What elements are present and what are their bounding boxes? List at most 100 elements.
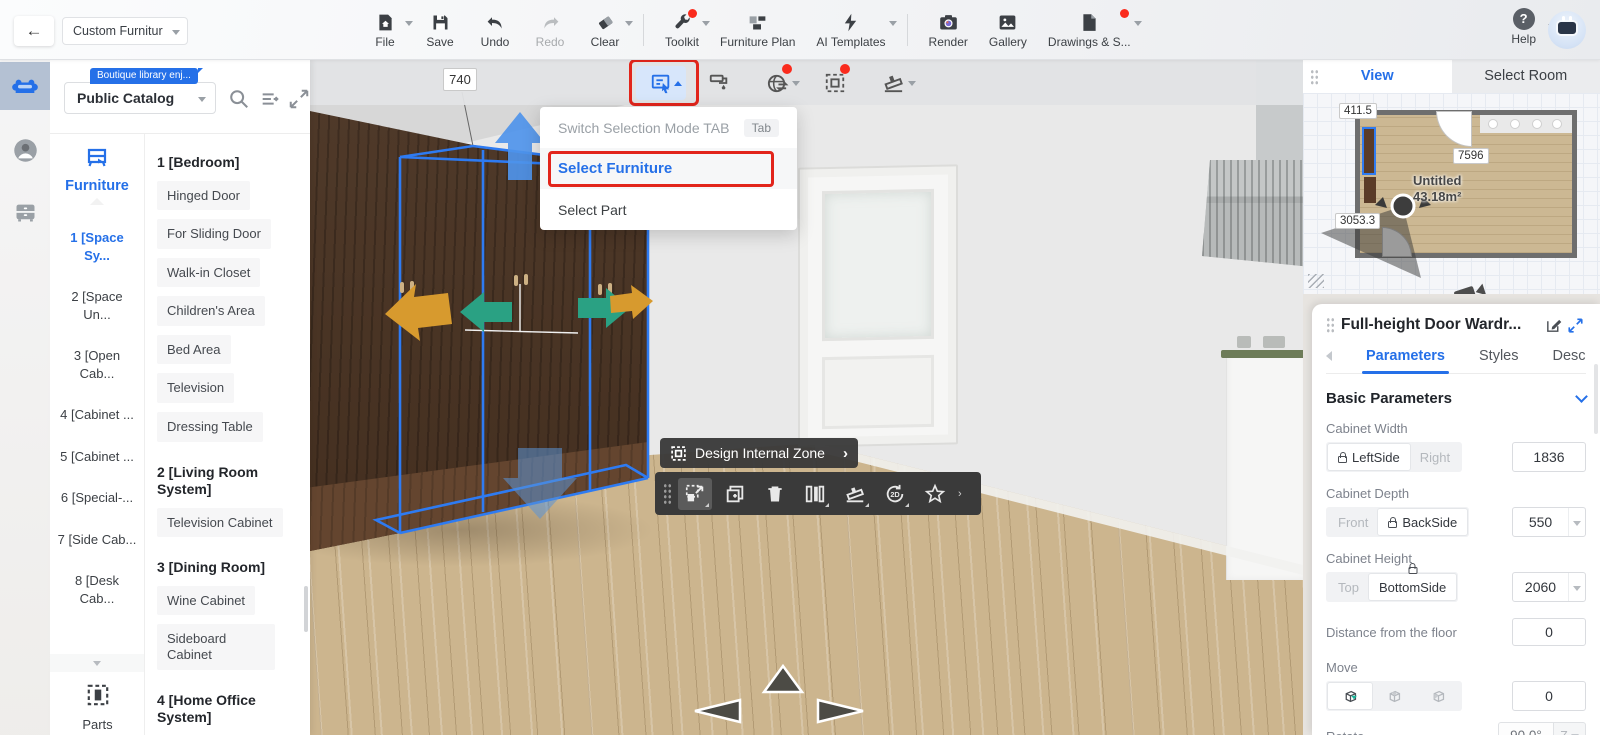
- minimap-drag-handle[interactable]: [1310, 69, 1319, 85]
- measure-tool-button[interactable]: [868, 66, 918, 100]
- move-arrow-blue-up[interactable]: [495, 112, 545, 180]
- properties-scrollbar[interactable]: [1594, 364, 1598, 434]
- file-button[interactable]: File: [368, 12, 413, 49]
- catalog-item[interactable]: Wine Cabinet: [157, 585, 256, 616]
- category-item[interactable]: 5 [Cabinet ...: [50, 448, 144, 466]
- expand-panel-icon[interactable]: [288, 88, 310, 110]
- back-button[interactable]: ←: [14, 16, 54, 46]
- cabinet-width-input[interactable]: [1512, 442, 1586, 472]
- menu-item-select-furniture[interactable]: Select Furniture: [540, 148, 797, 189]
- tab-parameters[interactable]: Parameters: [1362, 348, 1449, 374]
- move-axis-z[interactable]: [1416, 683, 1460, 709]
- help-button[interactable]: ? Help: [1511, 8, 1536, 46]
- tab-furniture[interactable]: Furniture: [50, 134, 144, 205]
- rotate-2d-button[interactable]: 2D: [878, 478, 912, 510]
- catalog-item[interactable]: Sideboard Cabinet: [157, 624, 275, 670]
- scale-button[interactable]: [678, 477, 712, 510]
- redo-button[interactable]: Redo: [533, 12, 567, 49]
- category-item[interactable]: 4 [Cabinet ...: [50, 406, 144, 424]
- select-caret[interactable]: [1568, 508, 1585, 536]
- selection-mode-button[interactable]: [636, 66, 686, 100]
- category-item[interactable]: 7 [Side Cab...: [50, 531, 144, 549]
- furniture-library-tab[interactable]: [0, 62, 50, 110]
- move-axis-y[interactable]: [1372, 683, 1416, 709]
- tab-select-room[interactable]: Select Room: [1452, 60, 1600, 93]
- tab-styles[interactable]: Styles: [1479, 348, 1519, 364]
- my-models-tab[interactable]: [0, 188, 50, 236]
- properties-drag-handle[interactable]: [1326, 317, 1335, 333]
- drawings-button[interactable]: Drawings & S...: [1048, 8, 1142, 49]
- option-backside[interactable]: BackSide: [1378, 509, 1468, 535]
- paint-material-button[interactable]: [694, 66, 744, 100]
- save-icon: [433, 15, 447, 29]
- move-arrow-green-left[interactable]: [460, 292, 512, 332]
- category-item[interactable]: 6 [Special-...: [50, 489, 144, 507]
- category-scroll-down[interactable]: [50, 654, 144, 672]
- category-item[interactable]: 8 [Desk Cab...: [50, 572, 144, 607]
- category-item[interactable]: 2 [Space Un...: [50, 288, 144, 323]
- category-item[interactable]: 1 [Space Sy...: [50, 229, 144, 264]
- clear-button[interactable]: Clear: [588, 12, 633, 49]
- level-button[interactable]: [838, 478, 872, 510]
- tab-parts[interactable]: Parts: [50, 682, 145, 732]
- catalog-item[interactable]: Dressing Table: [157, 412, 263, 442]
- option-front[interactable]: Front: [1328, 509, 1378, 535]
- minimap-floorplan[interactable]: 411.5 7596 3053.3 Untitled 43.18m²: [1303, 93, 1600, 294]
- catalog-item[interactable]: Television Cabinet: [157, 507, 283, 538]
- catalog-selector[interactable]: Public Catalog: [64, 82, 216, 114]
- gallery-button[interactable]: Gallery: [989, 12, 1027, 49]
- cabinet-width-row: LeftSide Right: [1326, 442, 1586, 472]
- rotate-axis-select[interactable]: Z: [1554, 722, 1586, 735]
- ai-templates-button[interactable]: AI Templates: [816, 12, 897, 49]
- tab-view[interactable]: View: [1303, 60, 1452, 93]
- toolbar-drag-handle[interactable]: [663, 482, 672, 505]
- favorite-button[interactable]: [918, 478, 952, 510]
- replace-model-button[interactable]: [752, 64, 802, 100]
- assistant-avatar[interactable]: [1548, 11, 1586, 49]
- furniture-plan-button[interactable]: Furniture Plan: [720, 12, 795, 49]
- catalog-item[interactable]: Hinged Door: [157, 180, 250, 211]
- tab-desc[interactable]: Desc: [1553, 348, 1586, 364]
- catalog-item[interactable]: Bed Area: [157, 334, 231, 365]
- cabinet-depth-select[interactable]: 550: [1512, 507, 1586, 537]
- project-selector[interactable]: Custom Furnitur: [62, 17, 188, 45]
- search-icon[interactable]: [228, 88, 250, 110]
- cabinet-height-select[interactable]: 2060: [1512, 572, 1586, 602]
- partition-button[interactable]: [798, 478, 832, 510]
- toolbar-expand-button[interactable]: ›: [958, 472, 970, 515]
- rotate-value[interactable]: 90.0°: [1498, 722, 1554, 735]
- move-input[interactable]: [1512, 681, 1586, 711]
- duplicate-button[interactable]: [718, 478, 752, 510]
- catalog-item[interactable]: Television: [157, 373, 235, 404]
- filter-list-icon[interactable]: [259, 88, 281, 110]
- option-leftside[interactable]: LeftSide: [1328, 444, 1410, 470]
- menu-item-select-part[interactable]: Select Part: [540, 189, 797, 230]
- minimap-resize-handle[interactable]: [1308, 274, 1324, 288]
- undo-button[interactable]: Undo: [478, 12, 512, 49]
- expand-panel-icon[interactable]: [1568, 317, 1583, 333]
- tabs-scroll-left[interactable]: [1326, 351, 1332, 361]
- catalog-item[interactable]: For Sliding Door: [157, 219, 271, 249]
- scale-icon: [685, 484, 704, 501]
- distance-input[interactable]: [1512, 618, 1586, 646]
- catalog-item[interactable]: Children's Area: [157, 296, 265, 326]
- move-arrow-orange-left[interactable]: [385, 284, 452, 341]
- select-caret[interactable]: [1568, 573, 1585, 601]
- design-internal-zone-button[interactable]: Design Internal Zone ›: [660, 438, 858, 468]
- option-right[interactable]: Right: [1410, 444, 1460, 470]
- option-top[interactable]: Top: [1328, 574, 1369, 600]
- delete-button[interactable]: [758, 478, 792, 510]
- zone-select-button[interactable]: [810, 64, 860, 100]
- option-bottomside[interactable]: BottomSide: [1368, 563, 1457, 600]
- save-button[interactable]: Save: [423, 12, 457, 49]
- my-account-tab[interactable]: [0, 126, 50, 174]
- toolkit-button[interactable]: Toolkit: [665, 8, 711, 49]
- render-button[interactable]: Render: [929, 12, 968, 49]
- move-axis-x[interactable]: [1328, 683, 1372, 709]
- category-item[interactable]: 3 [Open Cab...: [50, 347, 144, 382]
- catalog-item[interactable]: Walk-in Closet: [157, 257, 261, 288]
- collapse-section-icon[interactable]: [1575, 390, 1588, 403]
- edit-icon[interactable]: [1545, 317, 1562, 334]
- items-scrollbar[interactable]: [304, 586, 308, 632]
- camera-nav-arrows[interactable]: [694, 663, 864, 724]
